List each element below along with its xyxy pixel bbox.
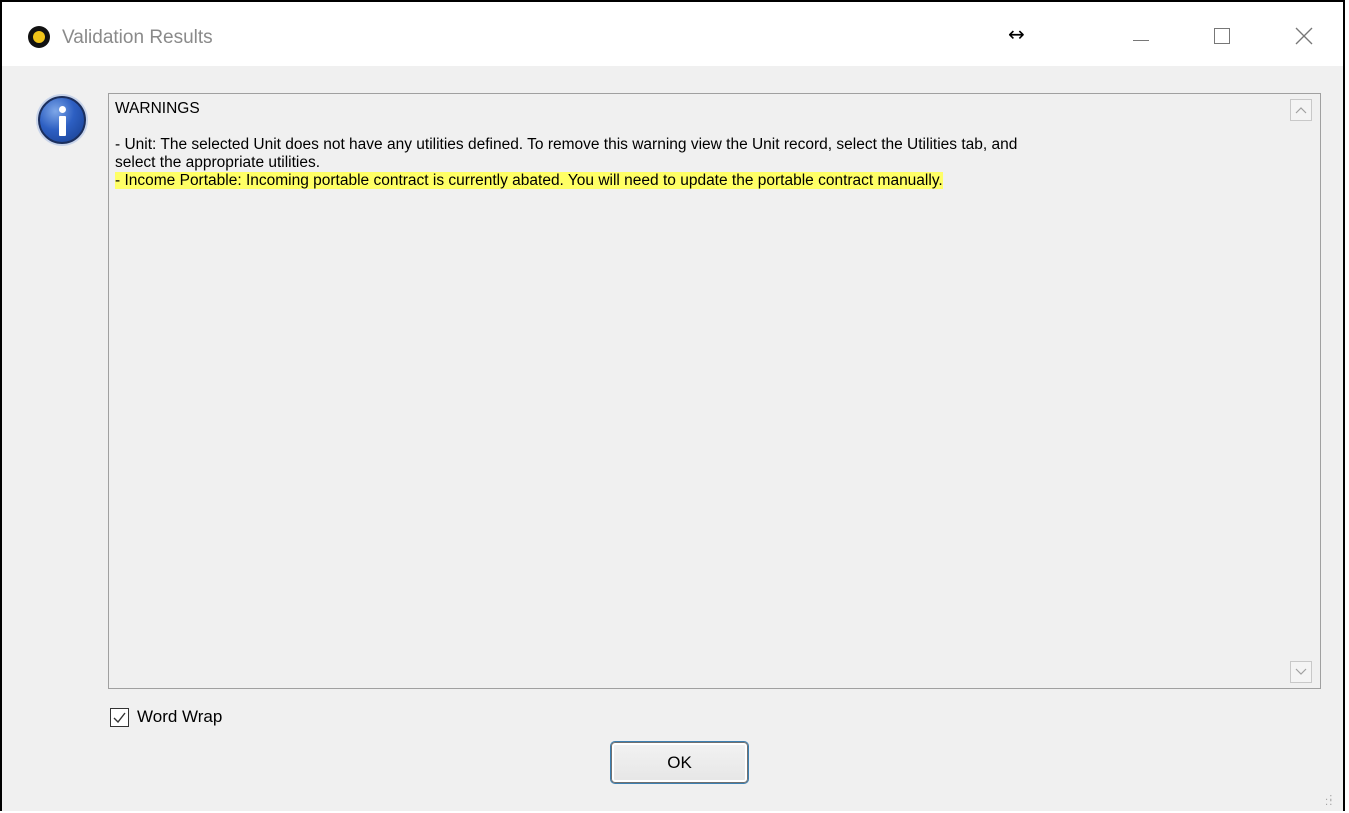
ok-button[interactable]: OK [611,742,748,783]
results-textbox[interactable]: WARNINGS - Unit: The selected Unit does … [108,93,1321,689]
scroll-up-button[interactable] [1290,99,1312,121]
word-wrap-label: Word Wrap [137,707,223,726]
app-logo-icon [28,26,50,48]
warning-unit-line: - Unit: The selected Unit does not have … [115,136,1018,153]
minimize-button[interactable] [1121,18,1161,54]
word-wrap-option[interactable]: Word Wrap [110,707,222,727]
warning-income-portable-line: - Income Portable: Incoming portable con… [115,172,943,189]
warnings-heading: WARNINGS [115,100,200,117]
maximize-icon [1214,28,1230,44]
resize-grip-icon[interactable]: .:.: [1325,793,1339,809]
maximize-button[interactable] [1202,18,1242,54]
close-button[interactable] [1284,18,1324,54]
title-bar[interactable]: Validation Results ↔ [2,2,1343,66]
word-wrap-checkbox[interactable] [110,707,129,727]
scroll-down-button[interactable] [1290,661,1312,683]
close-icon [1295,27,1313,45]
results-text: WARNINGS - Unit: The selected Unit does … [115,100,1280,190]
minimize-icon [1133,39,1149,41]
warning-unit-line-cont: select the appropriate utilities. [115,154,321,171]
chevron-down-icon [1295,668,1307,675]
window-title: Validation Results [62,27,213,48]
chevron-up-icon [1295,107,1307,114]
validation-results-window: Validation Results ↔ WARNINGS - Unit: Th… [0,0,1345,811]
resize-cursor-icon: ↔ [1008,22,1025,46]
vertical-scrollbar[interactable] [1285,95,1319,687]
info-icon [38,96,86,144]
checkmark-icon [113,712,126,723]
